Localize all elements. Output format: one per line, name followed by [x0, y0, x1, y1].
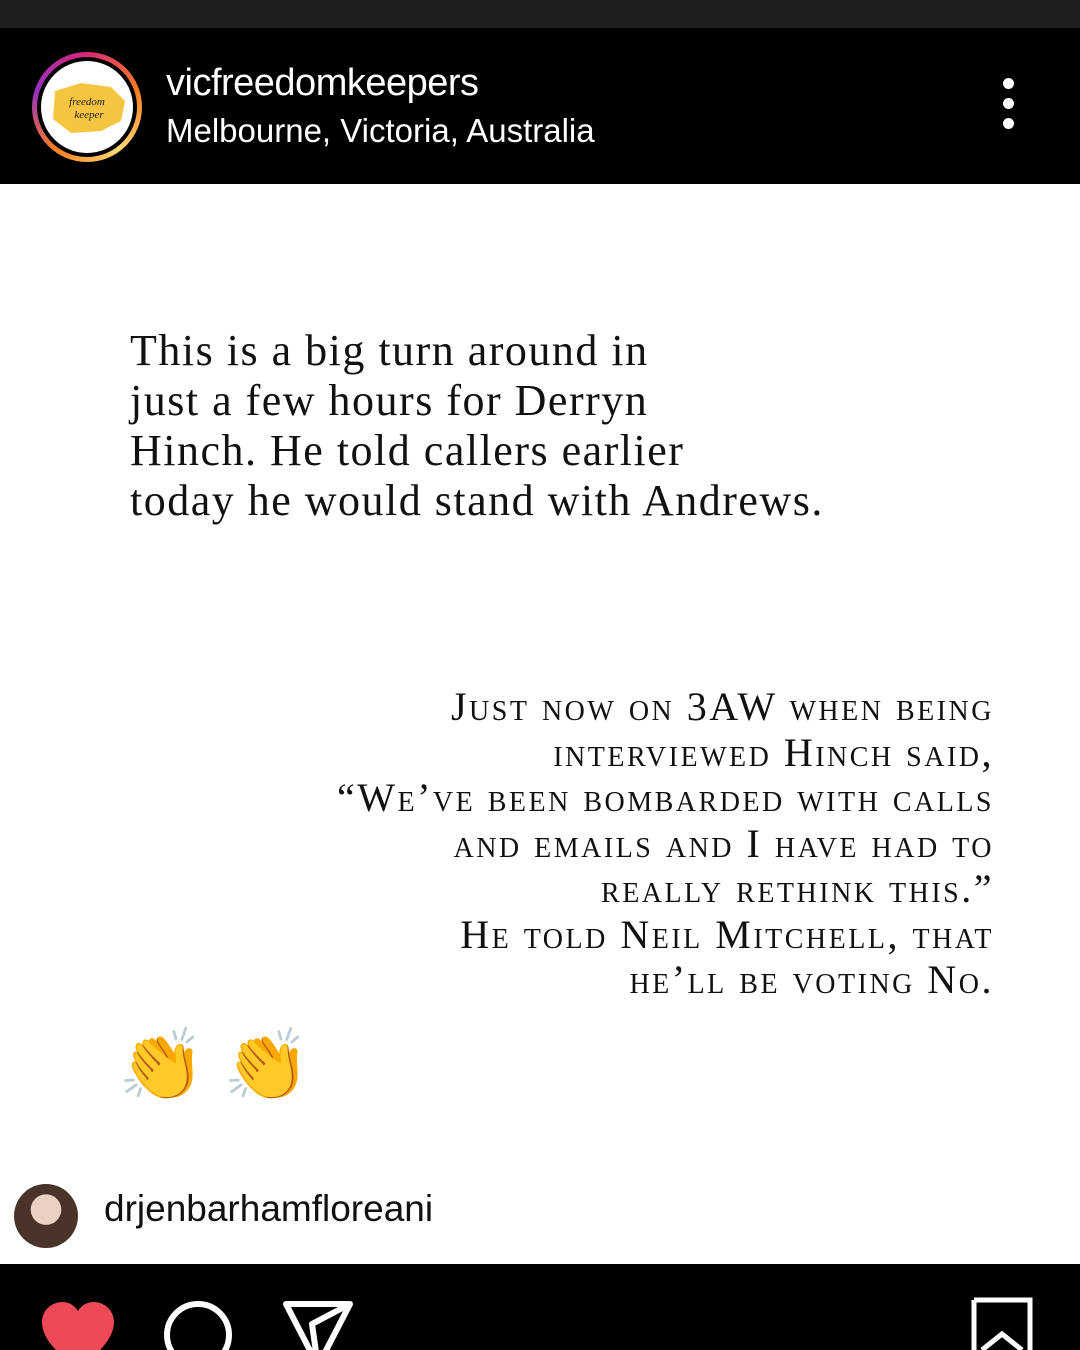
action-bar: [0, 1264, 1080, 1350]
profile-avatar[interactable]: freedom keeper: [32, 52, 142, 162]
post-text-intro: This is a big turn around in just a few …: [130, 326, 824, 525]
post-location[interactable]: Melbourne, Victoria, Australia: [166, 112, 595, 150]
repost-credit[interactable]: drjenbarhamfloreani: [0, 1174, 490, 1258]
freedom-keeper-logo: freedom keeper: [41, 61, 133, 153]
status-bar: [0, 0, 1080, 28]
share-icon[interactable]: [282, 1300, 354, 1350]
post-header: freedom keeper vicfreedomkeepers Melbour…: [0, 28, 1080, 184]
credit-avatar: [14, 1184, 78, 1248]
post-text-quote: Just now on 3AW when being interviewed H…: [336, 684, 994, 1002]
clapping-hands-emoji: 👏👏: [118, 1026, 329, 1104]
more-vertical-icon[interactable]: [990, 78, 1026, 138]
save-icon[interactable]: [970, 1296, 1034, 1350]
svg-text:freedom: freedom: [69, 96, 105, 108]
comment-icon[interactable]: [163, 1300, 233, 1350]
post-image[interactable]: This is a big turn around in just a few …: [0, 184, 1080, 1264]
credit-username: drjenbarhamfloreani: [104, 1188, 434, 1229]
heart-icon[interactable]: [40, 1300, 116, 1350]
post-username[interactable]: vicfreedomkeepers: [166, 62, 479, 105]
svg-text:keeper: keeper: [74, 109, 104, 121]
